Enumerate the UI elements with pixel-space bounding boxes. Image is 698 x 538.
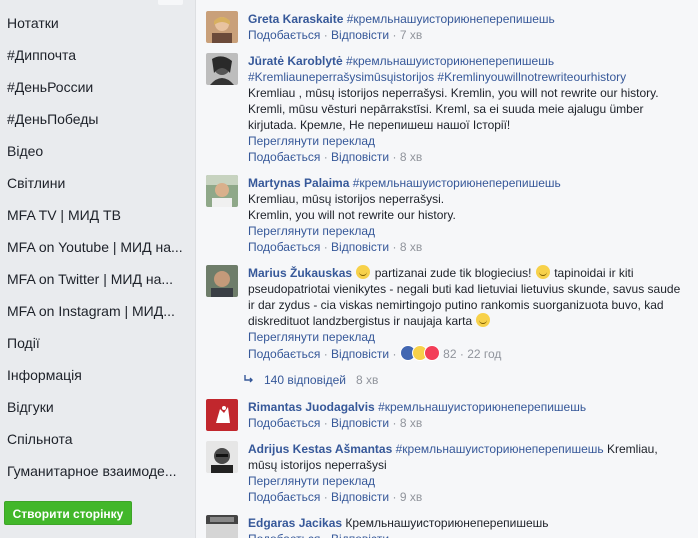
- reply-link[interactable]: Відповісти: [331, 28, 389, 42]
- smile-emoji-icon: [476, 313, 491, 327]
- replies-count[interactable]: 140 відповідей: [264, 373, 346, 387]
- sidebar-item-dippochta[interactable]: #Диппочта: [0, 39, 190, 71]
- comment-text-line: Kremlin, you will not rewrite our histor…: [248, 208, 456, 222]
- reactions-summary[interactable]: 82: [399, 345, 460, 361]
- scroll-top-edge: [158, 0, 183, 5]
- comment-text: partizanai zude tik blogiecius!: [374, 266, 532, 280]
- comment-time[interactable]: 8 хв: [400, 150, 422, 164]
- separator: ·: [323, 240, 328, 254]
- separator: ·: [323, 416, 328, 430]
- comment-time[interactable]: 22 год: [467, 347, 501, 361]
- reply-link[interactable]: Відповісти: [331, 532, 389, 538]
- reply-link[interactable]: Відповісти: [331, 490, 389, 504]
- separator: ·: [392, 347, 397, 361]
- comment-text: Кремльнашуисториюнеперепишешь: [345, 516, 549, 530]
- comment-text-line: Kremliau, mūsų istorijos neperrašysi.: [248, 192, 445, 206]
- separator: ·: [323, 490, 328, 504]
- like-link[interactable]: Подобається: [248, 347, 320, 361]
- comment-hashtag[interactable]: #кремльнашуисториюнеперепишешь: [346, 54, 554, 68]
- comment-text: Kremliau , mūsų istorijos neperrašysi. K…: [248, 86, 659, 132]
- replies-time: 8 хв: [356, 373, 379, 387]
- like-link[interactable]: Подобається: [248, 532, 320, 538]
- see-translation-link[interactable]: Переглянути переклад: [248, 329, 686, 345]
- comment-author[interactable]: Edgaras Jacikas: [248, 516, 342, 530]
- comment-time[interactable]: 7 хв: [400, 28, 422, 42]
- sidebar-item-videos[interactable]: Відео: [0, 135, 190, 167]
- separator: ·: [392, 240, 397, 254]
- comment-hashtags[interactable]: #Kremliauneperrašysimūsųistorijos #Kreml…: [248, 70, 626, 84]
- avatar[interactable]: [206, 441, 238, 473]
- sidebar-item-victory-day[interactable]: #ДеньПобеды: [0, 103, 190, 135]
- comment-author[interactable]: Adrijus Kestas Ašmantas: [248, 442, 392, 456]
- comment-actions: Подобається · Відповісти · 82 · 22 год: [248, 345, 686, 362]
- see-translation-link[interactable]: Переглянути переклад: [248, 473, 686, 489]
- separator: ·: [459, 347, 464, 361]
- comment-time[interactable]: 9 хв: [400, 490, 422, 504]
- comment-author[interactable]: Jūratė Karoblytė: [248, 54, 343, 68]
- reply-link[interactable]: Відповісти: [331, 416, 389, 430]
- sidebar-item-mfa-instagram[interactable]: MFA on Instagram | МИД...: [0, 295, 190, 327]
- comment-author[interactable]: Martynas Palaima: [248, 176, 349, 190]
- comment-actions: Подобається · Відповісти · 8 хв: [248, 239, 686, 255]
- separator: ·: [323, 150, 328, 164]
- avatar[interactable]: [206, 515, 238, 538]
- sidebar-item-russia-day[interactable]: #ДеньРоссии: [0, 71, 190, 103]
- like-link[interactable]: Подобається: [248, 490, 320, 504]
- reactions-count: 82: [443, 347, 457, 361]
- comment-hashtag[interactable]: #кремльнашуисториюнеперепишешь: [353, 176, 561, 190]
- sidebar-item-humanitarian[interactable]: Гуманитарное взаимоде...: [0, 455, 190, 487]
- see-translation-link[interactable]: Переглянути переклад: [248, 133, 686, 149]
- comment-actions: Подобається · Відповісти · 9 хв: [248, 489, 686, 505]
- avatar[interactable]: [206, 11, 238, 43]
- separator: ·: [392, 416, 397, 430]
- like-link[interactable]: Подобається: [248, 416, 320, 430]
- comment-hashtag[interactable]: #кремльнашуисториюнеперепишешь: [347, 12, 555, 26]
- sidebar-item-mfa-tv[interactable]: MFA TV | МИД ТВ: [0, 199, 190, 231]
- separator: ·: [324, 532, 328, 538]
- smile-emoji-icon: [535, 265, 550, 279]
- separator: ·: [323, 28, 328, 42]
- love-reaction-icon: [423, 345, 440, 361]
- sidebar-item-reviews[interactable]: Відгуки: [0, 391, 190, 423]
- comment-actions: Подобається · Відповісти · 8 хв: [248, 149, 686, 165]
- comment-author[interactable]: Rimantas Juodagalvis: [248, 400, 375, 414]
- sidebar-item-mfa-twitter[interactable]: MFA on Twitter | МИД на...: [0, 263, 190, 295]
- like-link[interactable]: Подобається: [248, 240, 320, 254]
- comment-hashtag[interactable]: #кремльнашуисториюнеперепишешь: [378, 400, 586, 414]
- like-link[interactable]: Подобається: [248, 150, 320, 164]
- view-replies-link[interactable]: 140 відповідей 8 хв: [244, 372, 378, 388]
- sidebar-item-mfa-youtube[interactable]: MFA on Youtube | МИД на...: [0, 231, 190, 263]
- comment-actions: Подобається · Відповісти: [248, 531, 686, 538]
- create-page-button[interactable]: Створити сторінку: [4, 501, 132, 525]
- comment-actions: Подобається · Відповісти · 7 хв: [248, 27, 686, 43]
- sidebar-item-community[interactable]: Спільнота: [0, 423, 190, 455]
- comment-hashtag[interactable]: #кремльнашуисториюнеперепишешь: [396, 442, 604, 456]
- avatar[interactable]: [206, 265, 238, 297]
- separator: ·: [392, 28, 397, 42]
- like-link[interactable]: Подобається: [248, 28, 320, 42]
- comment-time[interactable]: 8 хв: [400, 240, 422, 254]
- comment-author[interactable]: Greta Karaskaite: [248, 12, 343, 26]
- comment-time[interactable]: 8 хв: [400, 416, 422, 430]
- separator: ·: [392, 150, 397, 164]
- comment-actions: Подобається · Відповісти · 8 хв: [248, 415, 686, 431]
- reply-link[interactable]: Відповісти: [331, 240, 389, 254]
- left-sidebar: Нотатки #Диппочта #ДеньРоссии #ДеньПобед…: [0, 0, 195, 538]
- comment-author[interactable]: Marius Žukauskas: [248, 266, 352, 280]
- comments-feed: Greta Karaskaite #кремльнашуисториюнепер…: [195, 0, 698, 538]
- separator: ·: [392, 490, 397, 504]
- sidebar-item-photos[interactable]: Світлини: [0, 167, 190, 199]
- avatar[interactable]: [206, 53, 238, 85]
- smile-emoji-icon: [356, 265, 371, 279]
- reply-link[interactable]: Відповісти: [331, 347, 389, 361]
- sidebar-item-info[interactable]: Інформація: [0, 359, 190, 391]
- avatar[interactable]: [206, 399, 238, 431]
- sidebar-item-notes[interactable]: Нотатки: [0, 7, 190, 39]
- separator: ·: [323, 347, 328, 361]
- avatar[interactable]: [206, 175, 238, 207]
- reply-link[interactable]: Відповісти: [331, 150, 389, 164]
- reply-arrow-icon: [244, 375, 253, 383]
- sidebar-item-events[interactable]: Події: [0, 327, 190, 359]
- see-translation-link[interactable]: Переглянути переклад: [248, 223, 686, 239]
